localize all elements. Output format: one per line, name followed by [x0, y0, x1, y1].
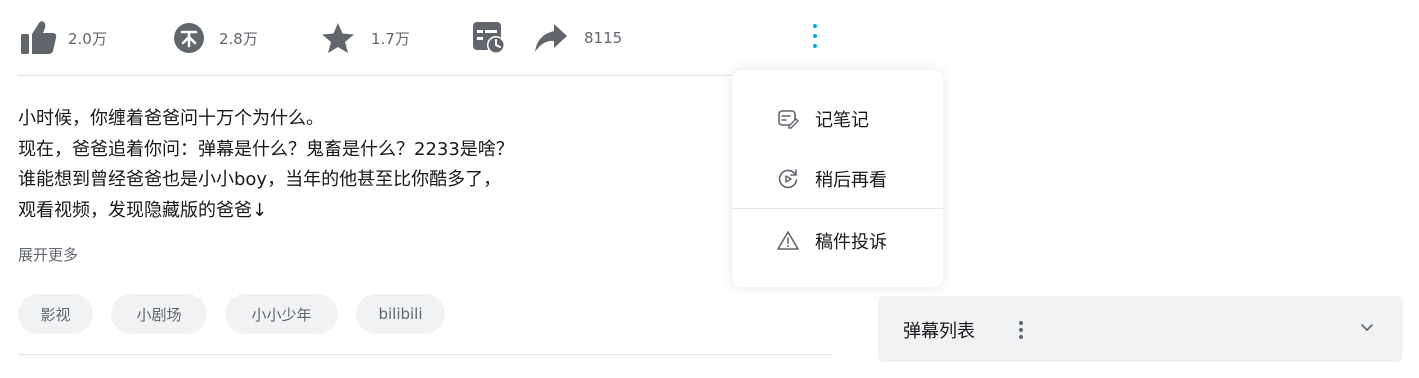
menu-item-label: 记笔记	[815, 110, 869, 131]
coin-count: 2.8万	[219, 29, 258, 48]
watch-later-button[interactable]	[471, 18, 507, 58]
menu-divider	[732, 208, 943, 209]
menu-item-report[interactable]: 稿件投诉	[732, 216, 943, 266]
more-menu: 记笔记 稍后再看 稿件投诉	[732, 70, 943, 287]
tag-item[interactable]: 小小少年	[225, 294, 338, 334]
video-toolbar: 2.0万 2.8万 1.7万 8115	[0, 0, 840, 76]
tag-item[interactable]: 影视	[18, 294, 93, 334]
calendar-clock-icon	[471, 20, 507, 56]
tag-item[interactable]: 小剧场	[111, 294, 207, 334]
danmaku-list-title: 弹幕列表	[903, 321, 975, 342]
share-arrow-icon	[534, 23, 568, 53]
coin-icon	[173, 22, 205, 54]
chevron-down-icon[interactable]	[1360, 321, 1374, 335]
warning-icon	[777, 231, 799, 250]
more-vertical-icon[interactable]	[806, 20, 824, 54]
favorite-count: 1.7万	[371, 29, 410, 48]
menu-item-label: 稿件投诉	[815, 232, 887, 253]
star-icon	[321, 22, 355, 54]
danmaku-list-panel[interactable]: 弹幕列表	[878, 296, 1403, 362]
share-count: 8115	[584, 29, 623, 47]
like-button[interactable]: 2.0万	[19, 18, 107, 58]
coin-button[interactable]: 2.8万	[173, 18, 258, 58]
menu-item-watch-later[interactable]: 稍后再看	[732, 154, 943, 204]
description-line: 观看视频，发现隐藏版的爸爸↓	[18, 199, 268, 221]
video-description: 小时候，你缠着爸爸问十万个为什么。 现在，爸爸追着你问：弹幕是什么？鬼畜是什么？…	[18, 104, 718, 226]
watch-later-icon	[778, 169, 798, 189]
divider	[18, 75, 833, 76]
menu-item-note[interactable]: 记笔记	[732, 94, 943, 144]
share-button[interactable]: 8115	[534, 18, 622, 58]
expand-more-link[interactable]: 展开更多	[18, 244, 78, 265]
favorite-button[interactable]: 1.7万	[321, 18, 410, 58]
divider	[18, 354, 833, 355]
note-icon	[778, 110, 799, 129]
thumb-up-icon	[19, 19, 59, 57]
description-line: 现在，爸爸追着你问：弹幕是什么？鬼畜是什么？2233是啥？	[18, 138, 514, 160]
menu-item-label: 稍后再看	[815, 170, 887, 191]
tag-item[interactable]: bilibili	[356, 294, 445, 334]
tag-list: 影视 小剧场 小小少年 bilibili	[18, 294, 445, 334]
description-line: 谁能想到曾经爸爸也是小小boy，当年的他甚至比你酷多了，	[18, 169, 502, 190]
like-count: 2.0万	[68, 29, 107, 48]
more-vertical-icon[interactable]	[1016, 318, 1026, 342]
description-line: 小时候，你缠着爸爸问十万个为什么。	[18, 108, 324, 129]
